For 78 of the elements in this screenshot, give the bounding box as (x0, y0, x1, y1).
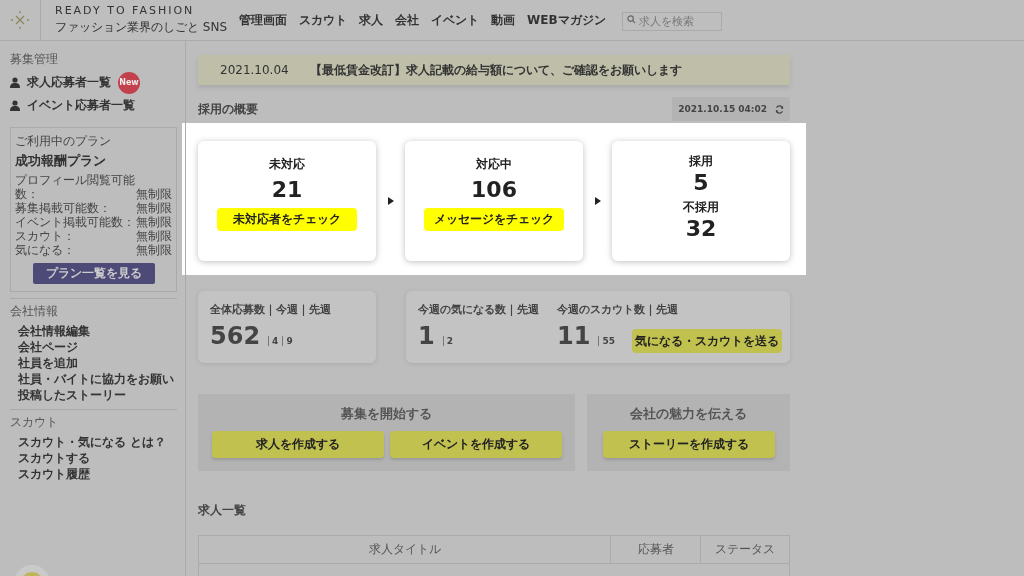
plan-limit-label: プロフィール閲覧可能数： (15, 173, 136, 201)
stage-label: 未対応 (269, 156, 305, 173)
notice-date: 2021.10.04 (220, 63, 290, 77)
plan-limit-value: 無制限 (136, 201, 172, 215)
brand-title[interactable]: READY TO FASHION (55, 4, 231, 17)
sidebar-link[interactable]: スカウト・気になる とは？ (18, 434, 177, 450)
sidebar-link[interactable]: スカウトする (18, 450, 177, 466)
arrow-icon (594, 197, 601, 205)
column-header: 応募者 (611, 536, 701, 564)
refresh-icon (775, 104, 784, 114)
section-label: 募集管理 (10, 51, 59, 68)
create-button[interactable]: イベントを作成する (389, 431, 562, 458)
timestamp-button[interactable]: 2021.10.15 04:02 (672, 97, 790, 121)
sidebar-link[interactable]: スカウト履歴 (18, 466, 177, 482)
plan-limit-label: イベント掲載可能数： (15, 215, 135, 229)
nav-link[interactable]: イベント (431, 11, 479, 29)
sidebar-link[interactable]: 会社情報編集 (18, 323, 177, 339)
stage-count: 106 (471, 177, 517, 202)
plan-limit-label: スカウト： (15, 229, 75, 243)
send-scout-button[interactable]: 気になる・スカウトを送る (632, 329, 782, 353)
plan-limit-value: 無制限 (136, 243, 172, 257)
stat-value: 11 (557, 322, 591, 350)
sidebar-link[interactable]: 社員・バイトに協力をお願い (18, 371, 177, 387)
panel-title: 募集を開始する (341, 405, 432, 423)
result-label: 採用 (689, 153, 713, 170)
section-title: 採用の概要 (198, 100, 258, 118)
nav-link[interactable]: WEBマガジン (527, 11, 606, 29)
stat-label: 全体応募数｜今週｜先週 (210, 302, 332, 317)
plan-caption: ご利用中のプラン (15, 133, 112, 150)
create-button[interactable]: ストーリーを作成する (602, 431, 775, 458)
result-label: 不採用 (683, 199, 719, 216)
section-label: スカウト (10, 414, 59, 431)
person-icon (10, 100, 20, 111)
person-icon (10, 77, 20, 88)
panel-title: 会社の魅力を伝える (630, 405, 747, 423)
nav-link[interactable]: スカウト (299, 11, 347, 29)
search-field[interactable]: 求人を検索 (621, 11, 722, 31)
nav-link[interactable]: 管理画面 (239, 11, 287, 29)
check-button[interactable]: メッセージをチェック (424, 208, 564, 231)
sidebar-link[interactable]: 投稿したストーリー (18, 387, 177, 403)
sidebar-link[interactable]: イベント応募者一覧 (27, 97, 135, 114)
stat-last-week: 2 (442, 336, 453, 346)
stage-count: 21 (271, 177, 303, 202)
nav-link[interactable]: 動画 (491, 11, 515, 29)
column-header: 求人タイトル (199, 536, 611, 564)
stat-value: 562 (210, 322, 261, 350)
arrow-icon (387, 197, 394, 205)
plan-limit-value: 無制限 (136, 229, 172, 243)
plan-limit-value: 無制限 (136, 215, 172, 229)
new-badge: New (118, 71, 140, 94)
nav-link[interactable]: 求人 (359, 11, 383, 29)
stat-this-week: 4 (268, 336, 279, 346)
result-count: 5 (693, 170, 709, 195)
sidebar-link[interactable]: 社員を追加 (18, 355, 177, 371)
section-title: 求人一覧 (198, 502, 247, 519)
sidebar-link[interactable]: 求人応募者一覧 (27, 74, 111, 91)
create-button[interactable]: 求人を作成する (211, 431, 384, 458)
stat-last-week: 9 (282, 336, 293, 346)
stat-value: 1 (418, 322, 435, 350)
stat-last-week: 55 (598, 336, 615, 346)
check-button[interactable]: 未対応者をチェック (217, 208, 357, 231)
nav-link[interactable]: 会社 (395, 11, 419, 29)
plan-limit-label: 募集掲載可能数： (15, 201, 111, 215)
notice-text: 【最低賃金改訂】求人記載の給与額について、ご確認をお願いします (310, 61, 682, 79)
section-label: 会社情報 (10, 303, 59, 320)
column-header: ステータス (701, 536, 789, 564)
stat-label: 今週のスカウト数｜先週 (557, 302, 678, 317)
plan-name: 成功報酬プラン (15, 152, 107, 170)
notice-banner[interactable]: 2021.10.04 【最低賃金改訂】求人記載の給与額について、ご確認をお願いします (198, 55, 790, 85)
plan-limit-label: 気になる： (15, 243, 75, 257)
sidebar-link[interactable]: 会社ページ (18, 339, 177, 355)
stat-label: 今週の気になる数｜先週 (418, 302, 539, 317)
stage-label: 対応中 (476, 156, 512, 173)
plan-list-button[interactable]: プラン一覧を見る (32, 263, 155, 284)
plan-limit-value: 無制限 (136, 187, 172, 201)
brand-tagline: ファッション業界のしごと SNS (55, 19, 229, 36)
result-count: 32 (685, 216, 717, 241)
search-icon (626, 14, 636, 24)
